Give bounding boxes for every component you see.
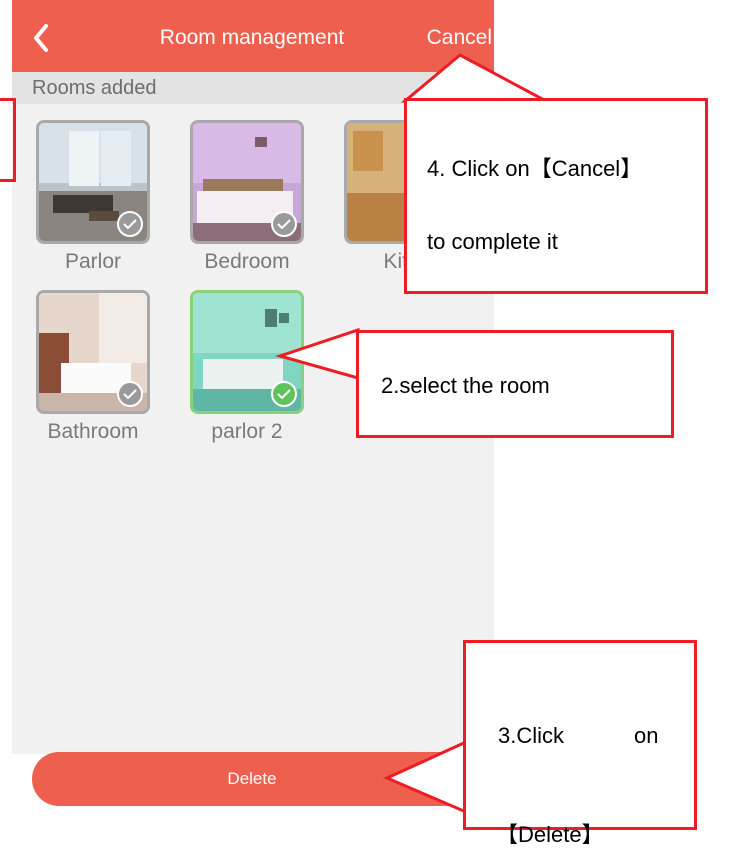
callout-step1-fragment bbox=[0, 98, 16, 182]
callout-step3-word1: 3.Click bbox=[498, 723, 565, 748]
callout-step4-line1: 4. Click on【Cancel】 bbox=[427, 156, 643, 181]
room-label: Bathroom bbox=[47, 420, 139, 443]
room-label: parlor 2 bbox=[211, 420, 283, 443]
check-icon bbox=[117, 381, 143, 407]
room-tile-bedroom[interactable]: Bedroom bbox=[190, 120, 330, 290]
callout-step2-text: 2.select the room bbox=[381, 373, 550, 398]
callout-step3: 3.Click on 【Delete】 bbox=[463, 640, 697, 847]
top-bar: Room management Cancel bbox=[12, 0, 494, 72]
back-icon[interactable] bbox=[24, 20, 60, 56]
room-thumbnail bbox=[190, 120, 304, 244]
room-thumbnail bbox=[36, 120, 150, 244]
room-tile-parlor[interactable]: Parlor bbox=[36, 120, 176, 290]
room-tile-parlor-2[interactable]: parlor 2 bbox=[190, 290, 330, 460]
callout-step3-word2: on bbox=[634, 723, 659, 748]
section-label: Rooms added bbox=[32, 77, 157, 99]
cancel-button[interactable]: Cancel bbox=[427, 26, 492, 50]
room-thumbnail bbox=[36, 290, 150, 414]
room-thumbnail bbox=[190, 290, 304, 414]
room-label: Bedroom bbox=[204, 250, 290, 273]
check-icon bbox=[117, 211, 143, 237]
page-title: Room management bbox=[159, 26, 345, 49]
room-tile-bathroom[interactable]: Bathroom bbox=[36, 290, 176, 460]
check-icon bbox=[271, 211, 297, 237]
callout-step3-word3: 【Delete】 bbox=[496, 822, 604, 847]
room-label: Parlor bbox=[64, 250, 122, 273]
callout-step4-line2: to complete it bbox=[427, 229, 558, 254]
callout-step4: 4. Click on【Cancel】 to complete it bbox=[404, 98, 708, 294]
delete-button[interactable]: Delete bbox=[32, 752, 472, 806]
callout-step2: 2.select the room bbox=[356, 330, 674, 438]
check-icon bbox=[271, 381, 297, 407]
